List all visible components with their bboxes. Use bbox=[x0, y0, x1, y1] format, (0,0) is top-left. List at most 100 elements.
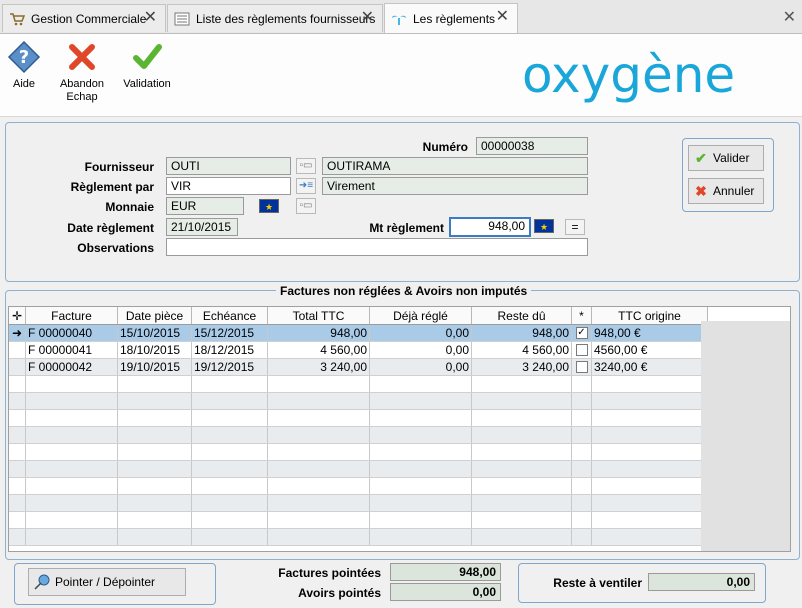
date-field[interactable]: 21/10/2015 bbox=[166, 218, 238, 236]
empty-cell bbox=[117, 494, 192, 512]
empty-cell bbox=[9, 443, 26, 461]
reste-ventiler-field: 0,00 bbox=[648, 573, 755, 591]
empty-cell bbox=[25, 511, 118, 529]
window-close-icon[interactable]: ✕ bbox=[783, 7, 796, 27]
cell-origine: 4560,00 € bbox=[591, 341, 708, 359]
monnaie-field[interactable]: EUR bbox=[166, 197, 244, 215]
table-row[interactable]: ➜ F 00000040 15/10/2015 15/12/2015 948,00 0,0… bbox=[9, 324, 708, 342]
table-row[interactable]: F 00000042 19/10/2015 19/12/2015 3 240,00 0,… bbox=[9, 358, 708, 376]
column-header[interactable]: Facture bbox=[25, 307, 118, 325]
empty-cell bbox=[117, 426, 192, 444]
checkmark-icon bbox=[133, 44, 162, 69]
empty-cell bbox=[591, 511, 708, 529]
empty-cell bbox=[117, 528, 192, 546]
help-icon: ? bbox=[7, 40, 41, 74]
empty-cell bbox=[191, 392, 268, 410]
pointer-checkbox[interactable] bbox=[575, 344, 588, 356]
empty-cell bbox=[369, 477, 472, 495]
table-row[interactable]: F 00000041 18/10/2015 18/12/2015 4 560,00 0,… bbox=[9, 341, 708, 359]
tab-les-reglements[interactable]: Les règlements ✕ bbox=[384, 3, 518, 33]
empty-cell bbox=[369, 460, 472, 478]
annuler-button[interactable]: ✖ Annuler bbox=[688, 178, 764, 204]
empty-cell bbox=[369, 375, 472, 393]
date-label: Date règlement bbox=[67, 221, 154, 235]
cell-check bbox=[571, 341, 592, 359]
pointer-checkbox[interactable]: ✓ bbox=[575, 327, 588, 339]
aide-button[interactable]: ? Aide bbox=[4, 40, 44, 91]
empty-cell bbox=[25, 409, 118, 427]
empty-cell bbox=[571, 426, 592, 444]
pointer-label: Pointer / Dépointer bbox=[55, 575, 156, 589]
cell-reste: 4 560,00 bbox=[471, 341, 572, 359]
empty-row bbox=[9, 477, 708, 495]
empty-cell bbox=[471, 392, 572, 410]
cart-icon bbox=[10, 12, 25, 25]
tab-gestion-commerciale[interactable]: Gestion Commerciale ✕ bbox=[2, 4, 166, 32]
column-header[interactable]: Déjà réglé bbox=[369, 307, 472, 325]
empty-cell bbox=[191, 409, 268, 427]
fournisseur-label: Fournisseur bbox=[84, 160, 154, 174]
cell-origine: 3240,00 € bbox=[591, 358, 708, 376]
column-header[interactable]: Reste dû bbox=[471, 307, 572, 325]
cell-facture: F 00000041 bbox=[25, 341, 118, 359]
factures-table: ✛ Facture Date pièce Echéance Total TTC … bbox=[9, 307, 708, 546]
empty-cell bbox=[9, 375, 26, 393]
observations-field[interactable] bbox=[166, 238, 588, 256]
column-header[interactable]: TTC origine bbox=[591, 307, 708, 325]
empty-cell bbox=[471, 409, 572, 427]
empty-cell bbox=[191, 375, 268, 393]
cell-total: 948,00 bbox=[267, 324, 370, 342]
tab-liste-reglements[interactable]: Liste des règlements fournisseurs ✕ bbox=[167, 4, 383, 32]
empty-cell bbox=[591, 443, 708, 461]
empty-cell bbox=[117, 511, 192, 529]
reglement-name-field: Virement bbox=[322, 177, 588, 195]
valider-button[interactable]: ✔ Valider bbox=[688, 145, 764, 171]
factures-grid[interactable]: ✛ Facture Date pièce Echéance Total TTC … bbox=[8, 306, 791, 552]
close-icon[interactable]: ✕ bbox=[144, 10, 157, 26]
eu-flag-icon: ★ bbox=[534, 219, 554, 233]
empty-cell bbox=[191, 443, 268, 461]
empty-cell bbox=[571, 528, 592, 546]
group-title: Factures non réglées & Avoirs non imputé… bbox=[276, 284, 532, 298]
list-lookup-icon[interactable]: ➜≡ bbox=[296, 178, 316, 194]
abandon-button[interactable]: Abandon Echap bbox=[56, 40, 108, 104]
tab-label: Gestion Commerciale bbox=[31, 11, 147, 26]
tab-label: Les règlements bbox=[413, 11, 496, 26]
mt-reglement-label: Mt règlement bbox=[369, 221, 444, 235]
fournisseur-name-field: OUTIRAMA bbox=[322, 157, 588, 175]
equals-button[interactable]: = bbox=[565, 219, 585, 235]
cell-total: 3 240,00 bbox=[267, 358, 370, 376]
cell-date: 19/10/2015 bbox=[117, 358, 192, 376]
reglement-code-field[interactable]: VIR bbox=[166, 177, 291, 195]
empty-cell bbox=[369, 443, 472, 461]
column-header[interactable]: Total TTC bbox=[267, 307, 370, 325]
fournisseur-code-field[interactable]: OUTI bbox=[166, 157, 291, 175]
grid-empty-area bbox=[701, 321, 790, 551]
empty-cell bbox=[25, 494, 118, 512]
numero-field[interactable]: 00000038 bbox=[476, 137, 588, 155]
cell-echeance: 19/12/2015 bbox=[191, 358, 268, 376]
close-icon[interactable]: ✕ bbox=[496, 9, 509, 25]
empty-cell bbox=[267, 460, 370, 478]
empty-cell bbox=[117, 477, 192, 495]
empty-cell bbox=[191, 494, 268, 512]
empty-cell bbox=[25, 426, 118, 444]
empty-cell bbox=[117, 460, 192, 478]
close-icon[interactable]: ✕ bbox=[361, 10, 374, 26]
reglement-label: Règlement par bbox=[70, 180, 154, 194]
lookup-icon[interactable]: ▫▭ bbox=[296, 158, 316, 174]
pointer-depointer-button[interactable]: Pointer / Dépointer bbox=[28, 568, 186, 596]
grid-settings-icon[interactable]: ✛ bbox=[9, 307, 26, 325]
validation-button[interactable]: Validation bbox=[118, 40, 176, 91]
empty-cell bbox=[267, 409, 370, 427]
column-header[interactable]: * bbox=[571, 307, 592, 325]
column-header[interactable]: Echéance bbox=[191, 307, 268, 325]
lookup-icon[interactable]: ▫▭ bbox=[296, 198, 316, 214]
empty-cell bbox=[571, 494, 592, 512]
column-header[interactable]: Date pièce bbox=[117, 307, 192, 325]
cell-total: 4 560,00 bbox=[267, 341, 370, 359]
pointer-checkbox[interactable] bbox=[575, 361, 588, 373]
empty-row bbox=[9, 392, 708, 410]
empty-cell bbox=[9, 477, 26, 495]
mt-reglement-field[interactable]: 948,00 bbox=[449, 217, 531, 237]
